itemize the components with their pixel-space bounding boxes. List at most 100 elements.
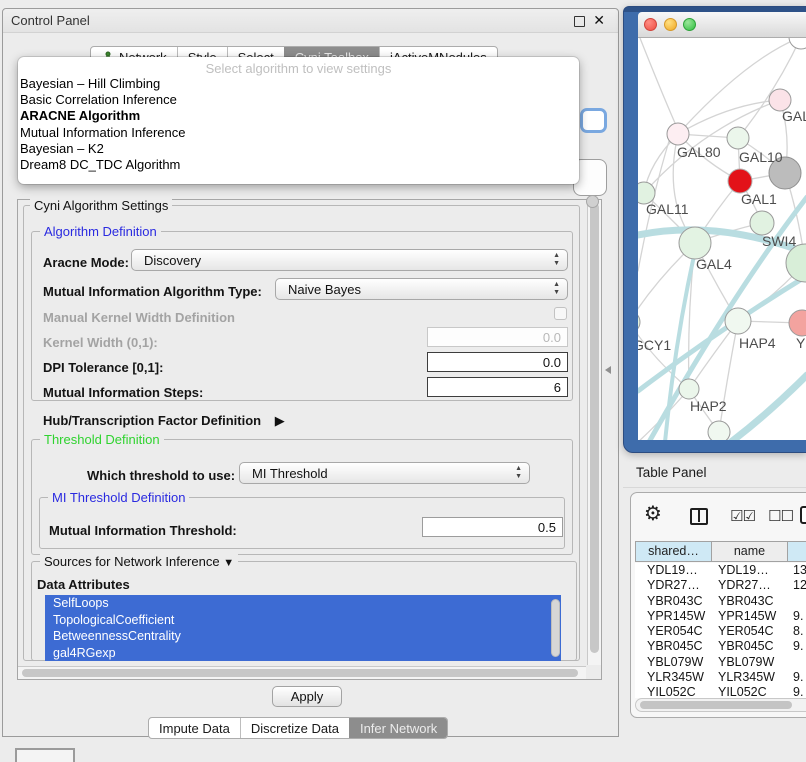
- attribute-item-topologicalcoefficient[interactable]: TopologicalCoefficient: [45, 612, 561, 629]
- attribute-item-gal4rgexp[interactable]: gal4RGexp: [45, 645, 561, 662]
- cell-value: 9.: [789, 670, 803, 685]
- table-horizontal-scrollbar[interactable]: [635, 698, 806, 712]
- table-row[interactable]: YBR043CYBR043C: [635, 594, 806, 609]
- network-node-gal80[interactable]: [667, 123, 689, 145]
- cell-value: 12: [789, 578, 806, 593]
- cell-shared-name: YBL079W: [635, 655, 712, 670]
- table-row[interactable]: YER054CYER054C8.: [635, 624, 806, 639]
- attributes-list-scrollbar[interactable]: [551, 599, 560, 657]
- table-row[interactable]: YBL079WYBL079W: [635, 655, 806, 670]
- mi-threshold-value: 0.5: [538, 520, 556, 535]
- columns-icon[interactable]: [690, 508, 708, 525]
- clipped-toolbar-icon[interactable]: [800, 506, 806, 524]
- which-threshold-label: Which threshold to use:: [87, 468, 235, 483]
- dropdown-item-aracne-algorithm[interactable]: ARACNE Algorithm: [18, 108, 579, 124]
- column-header-name[interactable]: name: [711, 541, 788, 562]
- node-label-gal11: GAL11: [646, 201, 689, 217]
- mi-steps-label: Mutual Information Steps:: [43, 385, 203, 400]
- mi-algorithm-type-select[interactable]: Naive Bayes ▲▼: [275, 278, 568, 300]
- cell-name: YDR27…: [712, 578, 789, 593]
- node-label-gal4: GAL4: [696, 256, 732, 272]
- cell-value: 9.: [789, 639, 803, 654]
- select-all-checkboxes-icon[interactable]: ☑☑: [730, 507, 755, 525]
- network-node-hap4[interactable]: [725, 308, 751, 334]
- scrollbar-thumb[interactable]: [22, 669, 578, 677]
- cell-name: YBR045C: [712, 639, 789, 654]
- scrollbar-thumb[interactable]: [590, 203, 599, 653]
- dropdown-item-bayesian-k2[interactable]: Bayesian – K2: [18, 141, 579, 157]
- dpi-tolerance-field[interactable]: 0.0: [427, 352, 568, 372]
- tab-infer-network[interactable]: Infer Network: [349, 718, 447, 738]
- tab-impute-data[interactable]: Impute Data: [149, 718, 240, 738]
- screen: Control Panel ✕ NetworkStyleSelectCyni T…: [0, 0, 806, 762]
- mac-minimize-button[interactable]: [664, 18, 677, 31]
- node-label-swi4: SWI4: [762, 233, 796, 249]
- data-attributes-label: Data Attributes: [37, 577, 130, 592]
- dropdown-item-dream8-dc-tdc-algorithm[interactable]: Dream8 DC_TDC Algorithm: [18, 157, 579, 173]
- network-node-y[interactable]: [789, 310, 806, 336]
- apply-button[interactable]: Apply: [272, 686, 342, 707]
- network-node[interactable]: [789, 38, 806, 49]
- tab-discretize-data[interactable]: Discretize Data: [240, 718, 349, 738]
- network-canvas[interactable]: GALGAL80GAL10GAL1SWI4GAL11GAL4HAP4YGCY1H…: [638, 38, 806, 440]
- scrollbar-thumb[interactable]: [640, 701, 792, 709]
- control-panel-title: Control Panel: [11, 13, 90, 28]
- attribute-item-betweennesscentrality[interactable]: BetweennessCentrality: [45, 628, 561, 645]
- which-threshold-value: MI Threshold: [252, 466, 328, 481]
- table-row[interactable]: YIL052CYIL052C9.: [635, 685, 806, 698]
- deselect-all-checkboxes-icon[interactable]: ☐☐: [768, 507, 793, 525]
- manual-kernel-label: Manual Kernel Width Definition: [43, 310, 235, 325]
- settings-vertical-scrollbar[interactable]: [587, 200, 601, 665]
- network-node-hap2[interactable]: [679, 379, 699, 399]
- network-graph[interactable]: GALGAL80GAL10GAL1SWI4GAL11GAL4HAP4YGCY1H…: [638, 38, 806, 440]
- hub-definition-expander[interactable]: Hub/Transcription Factor Definition ▶: [43, 413, 285, 429]
- cell-value: 13: [789, 563, 806, 578]
- table-row[interactable]: YDR27…YDR27…12: [635, 578, 806, 593]
- cell-shared-name: YPR145W: [635, 609, 712, 624]
- network-window-titlebar[interactable]: [638, 12, 806, 38]
- network-node-gal1[interactable]: [728, 169, 752, 193]
- mac-close-button[interactable]: [644, 18, 657, 31]
- dropdown-item-basic-correlation-inference[interactable]: Basic Correlation Inference: [18, 92, 579, 108]
- sources-group-title[interactable]: Sources for Network Inference ▼: [40, 554, 238, 569]
- float-window-icon[interactable]: [574, 16, 585, 27]
- mi-steps-value: 6: [554, 380, 561, 395]
- aracne-mode-label: Aracne Mode:: [43, 255, 129, 270]
- cell-value: [789, 655, 793, 670]
- gear-icon[interactable]: ⚙: [644, 504, 662, 524]
- mi-steps-field[interactable]: 6: [427, 377, 568, 397]
- which-threshold-select[interactable]: MI Threshold ▲▼: [239, 462, 530, 484]
- network-node-gal10[interactable]: [727, 127, 749, 149]
- close-icon[interactable]: ✕: [593, 12, 605, 29]
- attribute-item-selfloops[interactable]: SelfLoops: [45, 595, 561, 612]
- settings-horizontal-scrollbar[interactable]: [18, 666, 586, 679]
- column-header-2[interactable]: [787, 541, 806, 562]
- network-node-swi4[interactable]: [750, 211, 774, 235]
- network-node[interactable]: [708, 421, 730, 440]
- network-node-gcy1[interactable]: [638, 311, 640, 333]
- mi-threshold-group-title: MI Threshold Definition: [48, 490, 189, 505]
- dropdown-item-bayesian-hill-climbing[interactable]: Bayesian – Hill Climbing: [18, 76, 579, 92]
- network-edge[interactable]: [640, 38, 675, 123]
- tab-label: Discretize Data: [251, 721, 339, 736]
- panel-divider-handle[interactable]: [605, 366, 611, 374]
- manual-kernel-checkbox[interactable]: [554, 307, 567, 320]
- kernel-width-field[interactable]: 0.0: [427, 327, 568, 347]
- network-edge[interactable]: [719, 321, 738, 432]
- table-row[interactable]: YDL19…YDL19…13: [635, 563, 806, 578]
- combo-arrows-icon: ▲▼: [515, 465, 522, 481]
- network-edge-highlighted[interactable]: [731, 375, 806, 440]
- table-row[interactable]: YLR345WYLR345W9.: [635, 670, 806, 685]
- cell-shared-name: YLR345W: [635, 670, 712, 685]
- data-attributes-list[interactable]: SelfLoopsTopologicalCoefficientBetweenne…: [45, 595, 561, 661]
- table-row[interactable]: YBR045CYBR045C9.: [635, 639, 806, 654]
- column-header-shared[interactable]: shared…: [635, 541, 712, 562]
- network-node-gal4[interactable]: [679, 227, 711, 259]
- aracne-mode-select[interactable]: Discovery ▲▼: [131, 249, 568, 271]
- mac-zoom-button[interactable]: [683, 18, 696, 31]
- dropdown-item-mutual-information-inference[interactable]: Mutual Information Inference: [18, 125, 579, 141]
- node-label-gcy1: GCY1: [638, 337, 671, 353]
- table-row[interactable]: YPR145WYPR145W9.: [635, 609, 806, 624]
- mi-threshold-label: Mutual Information Threshold:: [49, 523, 237, 538]
- mi-threshold-field[interactable]: 0.5: [422, 517, 563, 537]
